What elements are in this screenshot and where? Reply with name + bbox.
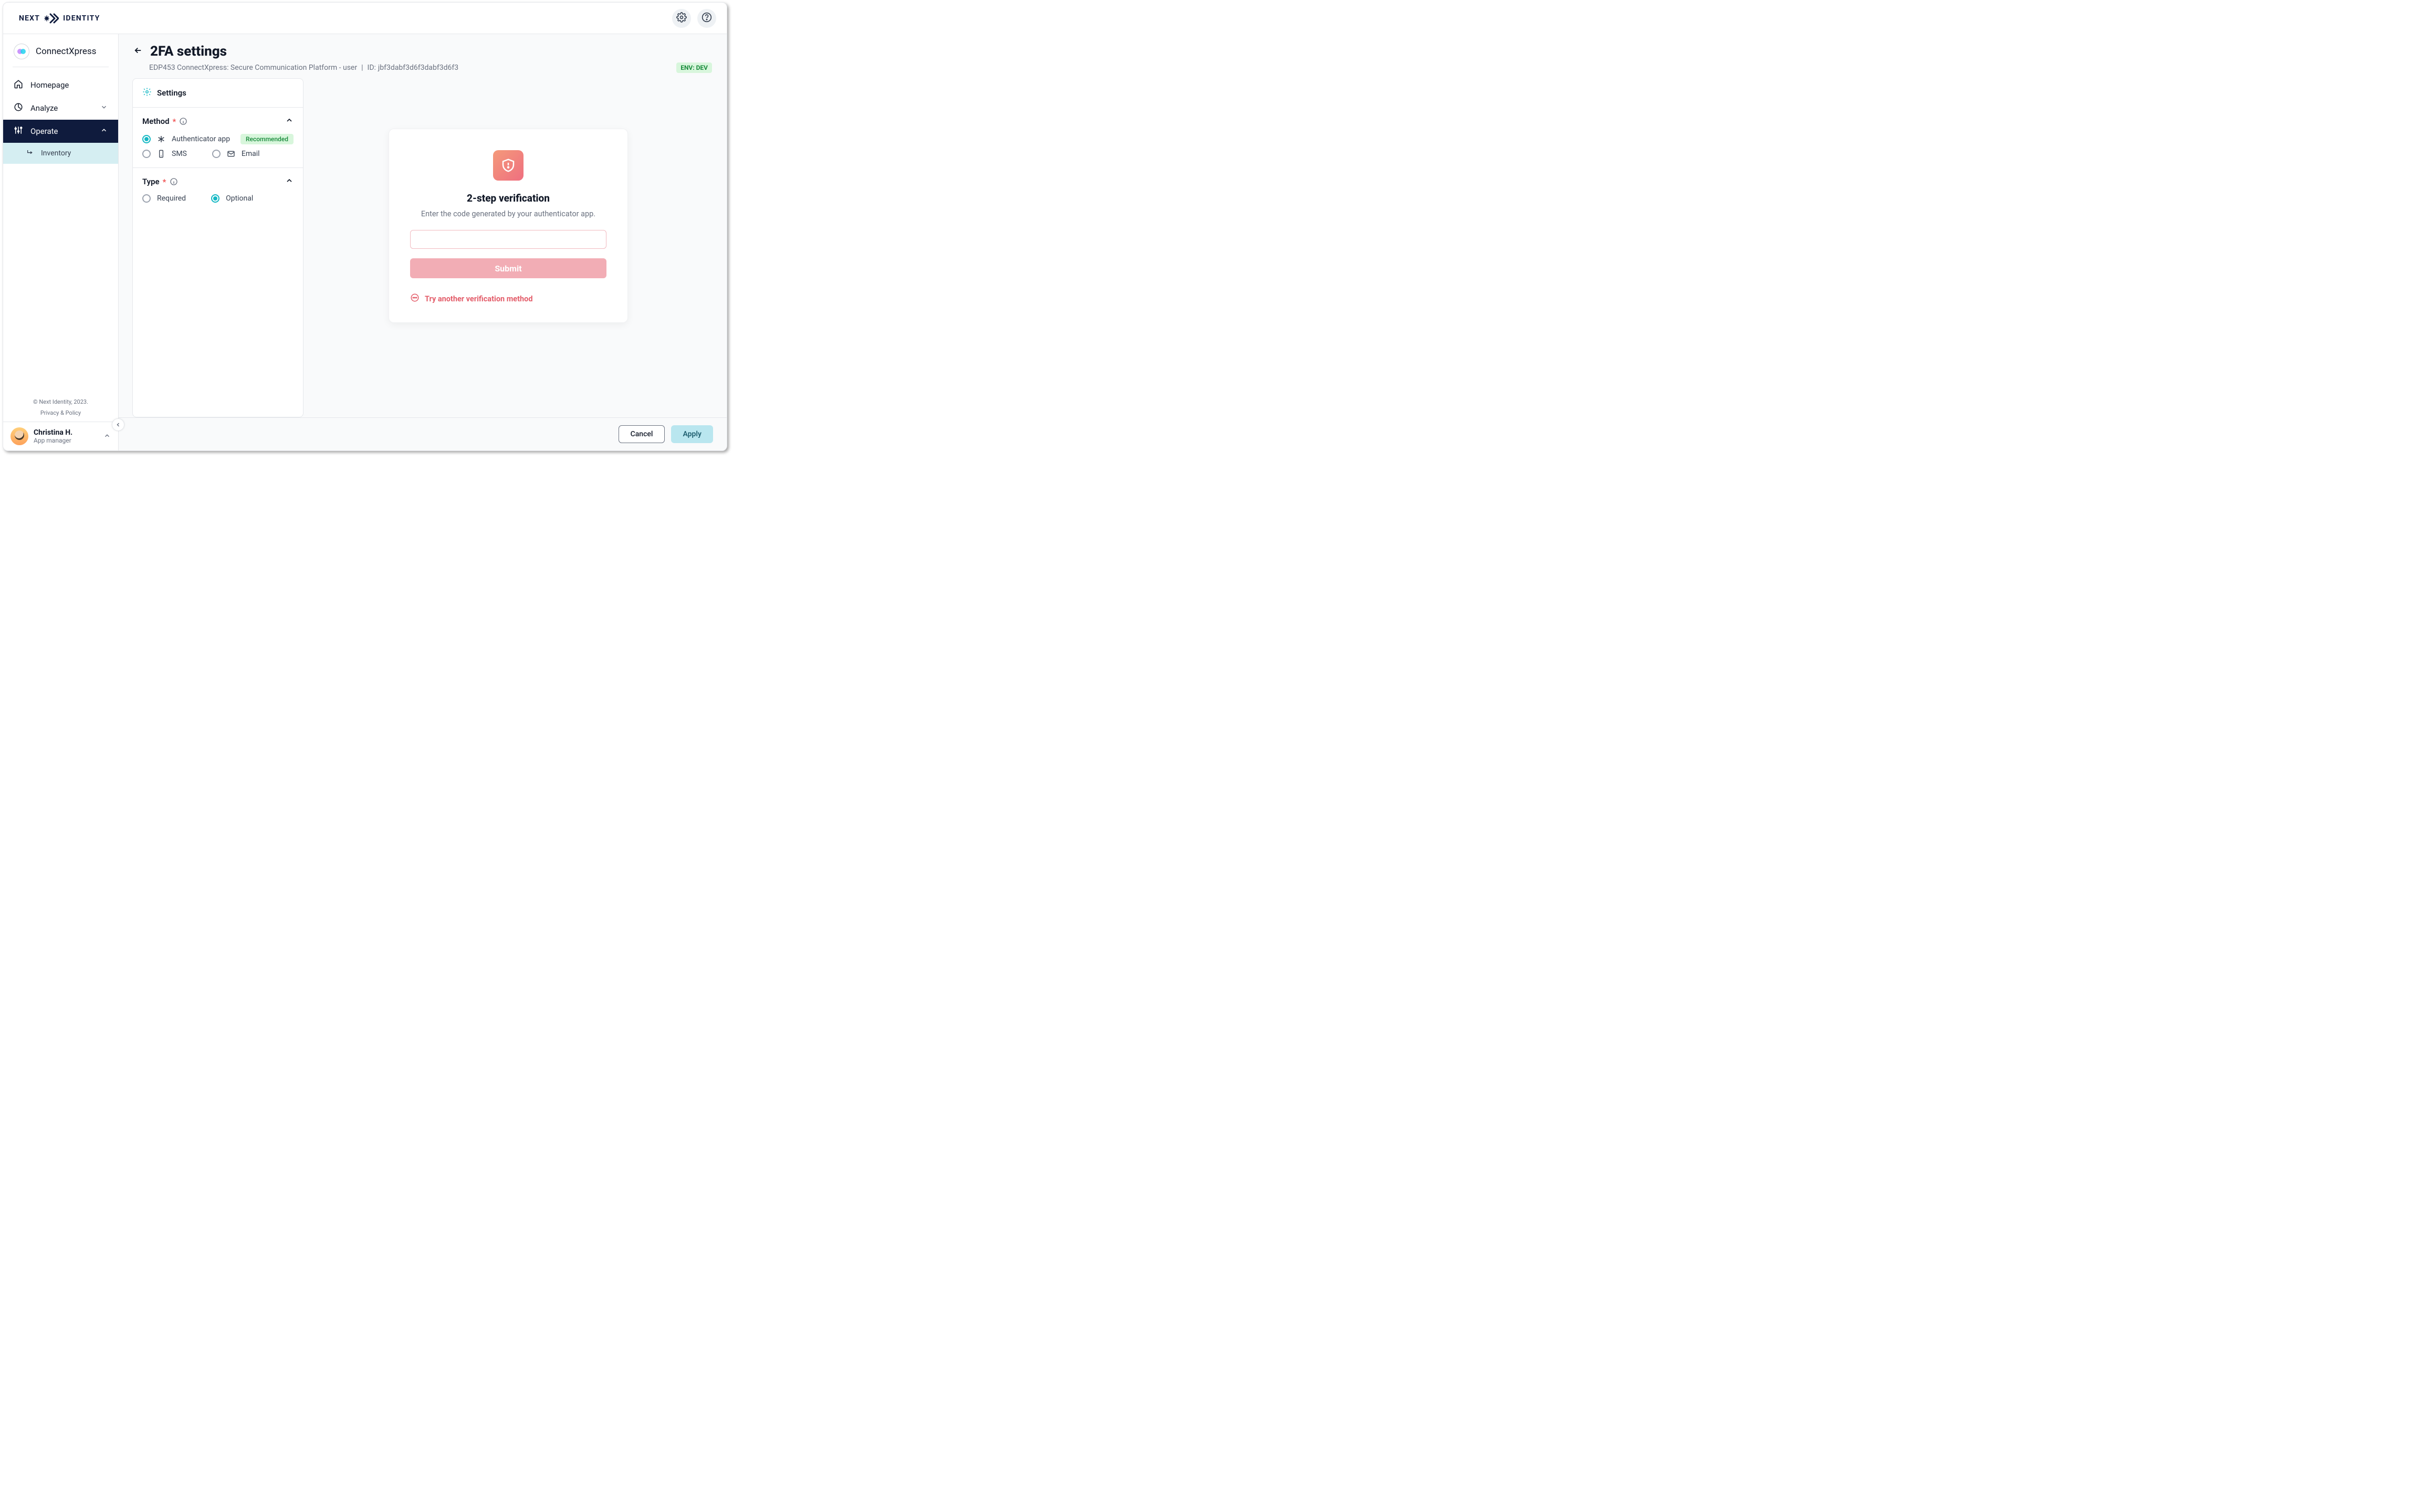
chevron-up-icon [100, 127, 108, 136]
method-option-authenticator[interactable]: Authenticator app Recommended [142, 134, 294, 144]
email-icon [227, 150, 235, 158]
env-badge: ENV: DEV [676, 62, 712, 73]
chat-icon [410, 293, 420, 304]
try-another-label: Try another verification method [425, 295, 533, 303]
recommended-badge: Recommended [240, 134, 294, 144]
option-label: Optional [226, 194, 253, 203]
radio-checked-icon [142, 135, 151, 143]
brand-text-right: IDENTITY [63, 14, 100, 23]
gear-icon [676, 12, 687, 25]
home-icon [14, 79, 23, 91]
preview-subtitle: Enter the code generated by your authent… [421, 209, 595, 218]
sidebar-item-label: Analyze [30, 103, 58, 113]
id-value: jbf3dabf3d6f3dabf3d6f3 [378, 64, 458, 72]
required-asterisk: * [173, 117, 176, 127]
page-title: 2FA settings [150, 44, 227, 59]
type-option-required[interactable]: Required [142, 194, 186, 203]
sub-arrow-icon [26, 148, 35, 159]
brand-text-left: NEXT [19, 14, 40, 23]
verification-code-input[interactable] [410, 230, 606, 249]
info-icon[interactable] [170, 177, 178, 186]
settings-panel-title: Settings [157, 88, 186, 98]
user-name: Christina H. [34, 428, 72, 437]
user-menu[interactable]: Christina H. App manager [3, 422, 118, 450]
chevron-down-icon [100, 103, 108, 113]
method-section: Method* [133, 108, 303, 168]
main-content: 2FA settings EDP453 ConnectXpress: Secur… [119, 34, 727, 450]
method-option-email[interactable]: Email [212, 150, 260, 158]
type-option-optional[interactable]: Optional [211, 194, 253, 203]
method-option-sms[interactable]: SMS [142, 150, 187, 158]
cancel-label: Cancel [631, 430, 653, 438]
preview-card: 2-step verification Enter the code gener… [389, 129, 628, 323]
topbar: NEXT IDENTITY [3, 3, 727, 34]
chevron-left-icon [115, 420, 121, 430]
settings-icon-button[interactable] [672, 9, 691, 28]
radio-unchecked-icon [212, 150, 221, 158]
sidebar-item-analyze[interactable]: Analyze [3, 97, 118, 120]
radio-checked-icon [211, 194, 219, 203]
copyright-text: © Next Identity, 2023. [3, 398, 118, 405]
avatar [11, 427, 28, 445]
info-icon[interactable] [179, 117, 187, 125]
user-role: App manager [34, 437, 72, 444]
try-another-link[interactable]: Try another verification method [410, 293, 533, 304]
settings-panel: Settings Method* [132, 78, 303, 417]
apply-button[interactable]: Apply [671, 425, 713, 443]
sidebar: ConnectXpress Homepage Analyze [3, 34, 119, 450]
id-label: ID: [368, 64, 376, 72]
type-section: Type* Required [133, 168, 303, 212]
settings-panel-header: Settings [133, 79, 303, 108]
asterisk-icon [157, 135, 165, 143]
sidebar-footer: © Next Identity, 2023. Privacy & Policy [3, 398, 118, 422]
option-label: Authenticator app [172, 135, 230, 143]
help-icon-button[interactable] [697, 9, 716, 28]
sidebar-item-label: Homepage [30, 80, 69, 90]
sidebar-sub-inventory[interactable]: Inventory [3, 143, 118, 164]
phone-icon [157, 150, 165, 158]
submit-button[interactable]: Submit [410, 258, 606, 278]
sidebar-item-homepage[interactable]: Homepage [3, 74, 118, 97]
breadcrumb-sep: | [361, 64, 363, 72]
chevron-up-icon [103, 432, 111, 442]
sidebar-item-label: Operate [30, 127, 58, 136]
option-label: Email [242, 150, 260, 158]
project-badge-icon [14, 44, 29, 59]
option-label: Required [157, 194, 186, 203]
preview-area: 2-step verification Enter the code gener… [303, 78, 713, 417]
project-selector[interactable]: ConnectXpress [3, 34, 118, 67]
brand-logo-icon [44, 13, 59, 24]
shield-icon [493, 150, 524, 181]
operate-icon [14, 125, 23, 137]
radio-unchecked-icon [142, 150, 151, 158]
back-button[interactable] [133, 46, 143, 57]
submit-label: Submit [495, 264, 521, 274]
method-title: Method [142, 117, 170, 126]
required-asterisk: * [163, 177, 166, 187]
cancel-button[interactable]: Cancel [619, 425, 665, 443]
analyze-icon [14, 102, 23, 114]
sidebar-item-operate[interactable]: Operate [3, 120, 118, 143]
section-toggle[interactable] [285, 116, 294, 127]
project-name: ConnectXpress [36, 46, 96, 57]
brand-logo: NEXT IDENTITY [19, 13, 100, 24]
option-label: SMS [172, 150, 187, 158]
sidebar-collapse-button[interactable] [112, 418, 124, 431]
apply-label: Apply [683, 430, 702, 438]
preview-title: 2-step verification [467, 192, 550, 204]
gear-icon [142, 87, 152, 99]
radio-unchecked-icon [142, 194, 151, 203]
page-footer: Cancel Apply [119, 417, 727, 450]
breadcrumb-context: EDP453 ConnectXpress: Secure Communicati… [149, 64, 357, 72]
sidebar-item-label: Inventory [41, 149, 71, 158]
section-toggle[interactable] [285, 176, 294, 187]
type-title: Type [142, 177, 160, 186]
help-icon [702, 12, 712, 25]
legal-link[interactable]: Privacy & Policy [3, 410, 118, 416]
app-frame: NEXT IDENTITY [3, 2, 727, 451]
page-header: 2FA settings EDP453 ConnectXpress: Secur… [119, 34, 727, 78]
